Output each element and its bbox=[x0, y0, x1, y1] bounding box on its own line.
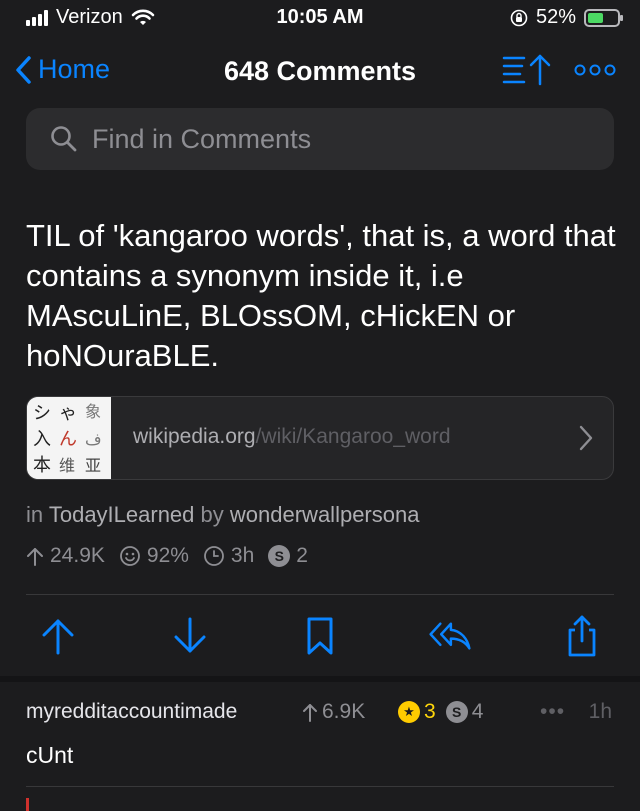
comment-score: 6.9K bbox=[302, 700, 365, 724]
kangaroo-word-thumbnail-image: シ ゃ 象 入 ん ف 本 维 亚 bbox=[27, 397, 111, 479]
link-preview[interactable]: シ ゃ 象 入 ん ف 本 维 亚 wikipedia.org/wiki/Kan… bbox=[26, 396, 614, 480]
sort-icon[interactable] bbox=[502, 52, 554, 88]
share-icon bbox=[568, 615, 596, 657]
subreddit-prefix: in bbox=[26, 502, 44, 527]
search-placeholder: Find in Comments bbox=[92, 123, 312, 154]
gold-award-icon: ★ bbox=[398, 701, 420, 723]
more-options-icon[interactable] bbox=[574, 64, 616, 76]
post-stats: 24.9K 92% 3h S 2 bbox=[26, 544, 322, 568]
search-input[interactable]: Find in Comments bbox=[26, 108, 614, 170]
comment-age: 1h bbox=[588, 700, 612, 723]
link-url: wikipedia.org/wiki/Kangaroo_word bbox=[133, 425, 451, 449]
nav-bar: Home 648 Comments bbox=[0, 44, 640, 100]
battery-fill bbox=[588, 12, 603, 23]
post-age: 3h bbox=[230, 544, 255, 567]
silver-award-icon: S bbox=[268, 545, 291, 567]
comment-header: myredditaccountimade 6.9K ★ 3 S 4 ••• 1h bbox=[26, 700, 614, 726]
link-path: /wiki/Kangaroo_word bbox=[255, 425, 451, 448]
smiley-icon bbox=[119, 546, 140, 566]
clock-icon bbox=[204, 546, 224, 566]
silver-award: S 4 bbox=[445, 700, 484, 724]
age-stat: 3h bbox=[203, 544, 254, 568]
arrow-up-icon bbox=[42, 619, 74, 655]
chevron-right-icon bbox=[579, 425, 593, 451]
upvote-stat: 24.9K bbox=[26, 544, 105, 568]
silver-award-stat: S 2 bbox=[268, 544, 308, 568]
upvote-ratio: 92% bbox=[146, 544, 189, 567]
svg-text:ゃ: ゃ bbox=[59, 403, 77, 424]
post-meta: in TodayILearned by wonderwallpersona bbox=[26, 502, 419, 528]
divider bbox=[26, 594, 614, 595]
reply-button[interactable] bbox=[428, 614, 472, 658]
ratio-stat: 92% bbox=[119, 544, 189, 568]
comment-score-value: 6.9K bbox=[322, 700, 366, 723]
svg-text:ف: ف bbox=[85, 430, 102, 449]
svg-text:入: 入 bbox=[33, 429, 51, 450]
downvote-button[interactable] bbox=[168, 614, 212, 658]
status-right: 52% bbox=[510, 6, 623, 29]
arrow-up-icon bbox=[303, 704, 317, 722]
next-comment-indicator bbox=[26, 798, 29, 811]
battery-percent: 52% bbox=[535, 6, 576, 28]
svg-text:亚: 亚 bbox=[85, 456, 101, 475]
author-link[interactable]: wonderwallpersona bbox=[230, 502, 420, 527]
comment-more-button[interactable]: ••• bbox=[540, 700, 565, 724]
post-action-bar bbox=[0, 606, 640, 666]
gold-award-count: 3 bbox=[424, 700, 436, 723]
reply-all-icon bbox=[429, 622, 471, 650]
post-title: TIL of 'kangaroo words', that is, a word… bbox=[26, 218, 616, 373]
section-separator bbox=[0, 676, 640, 682]
silver-award-icon: S bbox=[445, 701, 468, 723]
svg-text:シ: シ bbox=[33, 403, 51, 424]
upvote-button[interactable] bbox=[36, 614, 80, 658]
link-thumbnail: シ ゃ 象 入 ん ف 本 维 亚 bbox=[27, 397, 111, 479]
arrow-down-icon bbox=[174, 617, 206, 653]
divider bbox=[26, 786, 614, 787]
svg-text:象: 象 bbox=[85, 402, 101, 421]
link-domain: wikipedia.org bbox=[133, 425, 256, 448]
status-bar: Verizon 10:05 AM 52% bbox=[0, 0, 640, 36]
bookmark-icon bbox=[307, 617, 333, 655]
share-button[interactable] bbox=[560, 614, 604, 658]
comment-awards: ★ 3 S 4 bbox=[398, 700, 483, 724]
silver-award-count: 2 bbox=[296, 544, 308, 567]
upvote-count: 24.9K bbox=[50, 544, 105, 567]
silver-award-count: 4 bbox=[471, 700, 484, 723]
svg-text:ん: ん bbox=[59, 429, 77, 450]
svg-text:本: 本 bbox=[33, 455, 51, 476]
arrow-up-icon bbox=[27, 548, 43, 566]
save-button[interactable] bbox=[298, 614, 342, 658]
subreddit-link[interactable]: TodayILearned bbox=[49, 502, 195, 527]
nav-actions bbox=[502, 52, 616, 88]
comment-body: cUnt bbox=[26, 742, 74, 768]
comment-author[interactable]: myredditaccountimade bbox=[26, 700, 237, 724]
search-icon bbox=[51, 126, 77, 152]
author-prefix: by bbox=[200, 502, 224, 527]
battery-icon bbox=[584, 8, 623, 27]
svg-text:维: 维 bbox=[59, 456, 75, 475]
orientation-lock-icon bbox=[510, 9, 528, 26]
